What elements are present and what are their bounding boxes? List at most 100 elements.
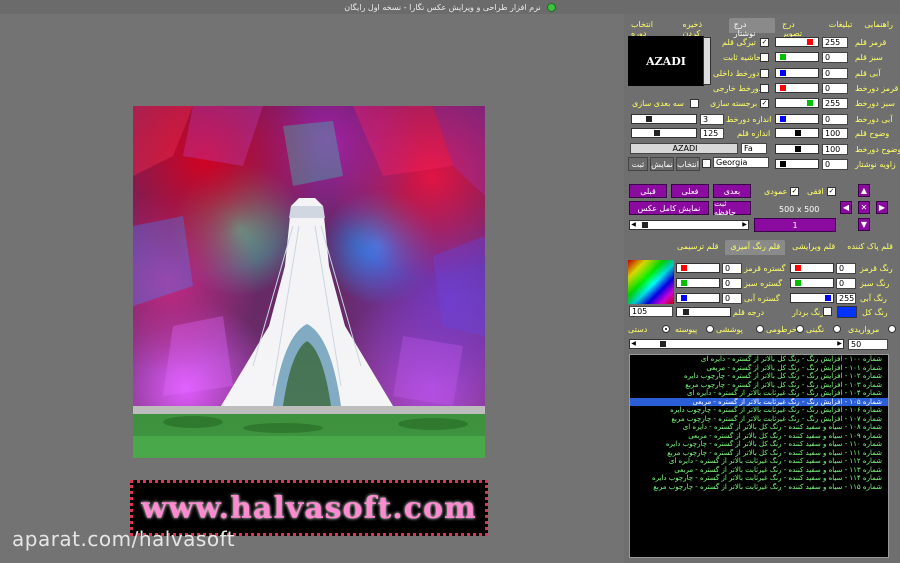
list-item[interactable]: شماره ۱۱۰ - سیاه و سفید کننده - رنگ کل ب… [630,440,888,449]
text-color-slider-4[interactable] [775,98,819,108]
text-color-value-0[interactable]: 255 [822,37,848,48]
brush-color-value-1[interactable]: 0 [836,278,856,289]
text-color-value-1[interactable]: 0 [822,52,848,63]
text-input[interactable]: AZADI [630,143,738,154]
radio-3[interactable] [756,325,764,333]
radio-2[interactable] [796,325,804,333]
list-item[interactable]: شماره ۱۰۸ - سیاه و سفید کننده - رنگ کل ب… [630,423,888,432]
pen-degree-field[interactable]: 105 [629,306,673,317]
next-button[interactable]: بعدی [713,184,751,198]
checkbox-vertical[interactable]: ✓ [790,187,799,196]
image-slider[interactable]: ◀ ▶ [629,220,749,230]
tab-select-period[interactable]: انتخاب دوره [626,18,676,38]
font-select[interactable]: Georgia [713,157,769,168]
arrow-up-button[interactable]: ▲ [858,184,870,197]
brush-color-slider-2[interactable] [790,293,834,303]
arrow-right-button[interactable]: ▶ [876,201,888,214]
checkbox-select[interactable] [702,159,711,168]
lang-select[interactable]: Fa [741,143,767,154]
text-color-value-4[interactable]: 255 [822,98,848,109]
list-item[interactable]: شماره ۱۰۱ - افزایش رنگ - رنگ کل بالاتر ا… [630,364,888,373]
show-text-button[interactable]: نمایش [650,157,674,171]
checkbox-emboss[interactable]: ✓ [760,99,769,108]
list-item[interactable]: شماره ۱۱۴ - سیاه و سفید کننده - رنگ غیرث… [630,474,888,483]
checkbox-color-picker[interactable] [823,307,832,316]
radio-4[interactable] [706,325,714,333]
arrow-left-button[interactable]: ◀ [840,201,852,214]
pen-size-field[interactable]: 125 [700,128,724,139]
brush-color-value-2[interactable]: 255 [836,293,856,304]
radio-1[interactable] [833,325,841,333]
text-color-slider-8[interactable] [775,159,819,169]
checkbox-fixed-border[interactable] [760,53,769,62]
list-item[interactable]: شماره ۱۰۶ - افزایش رنگ - رنگ غیرثابت بال… [630,406,888,415]
list-item[interactable]: شماره ۱۰۹ - سیاه و سفید کننده - رنگ کل ب… [630,432,888,441]
text-preview-scrollbar[interactable] [703,37,711,85]
color-swatch[interactable] [628,260,674,304]
list-item[interactable]: شماره ۱۱۲ - سیاه و سفید کننده - رنگ غیرث… [630,457,888,466]
text-color-slider-0[interactable] [775,37,819,47]
text-color-value-2[interactable]: 0 [822,68,848,79]
brush-color-slider-1[interactable] [790,278,834,288]
effects-list[interactable]: شماره ۱۰۰ - افزایش رنگ - رنگ کل بالاتر ا… [629,354,889,558]
checkbox-horizontal[interactable]: ✓ [827,187,836,196]
radio-0[interactable] [888,325,896,333]
tab-ads[interactable]: تبلیغات [824,18,858,33]
text-color-slider-1[interactable] [775,52,819,62]
strength-slider[interactable]: ◀ ▶ [629,339,844,349]
arrow-center-button[interactable]: ✕ [858,201,870,214]
list-item[interactable]: شماره ۱۰۷ - افزایش رنگ - رنگ غیرثابت بال… [630,415,888,424]
checkbox-outer-outline[interactable] [760,84,769,93]
prev-button[interactable]: قبلی [629,184,667,198]
tab-insert-text[interactable]: درج نوشتار [728,18,776,38]
brush-range-slider-1[interactable] [676,278,720,288]
select-text-button[interactable]: انتخاب [676,157,700,171]
list-item[interactable]: شماره ۱۱۵ - سیاه و سفید کننده - رنگ غیرث… [630,483,888,492]
checkbox-inner-outline[interactable] [760,69,769,78]
save-memory-button[interactable]: ثبت حافظه [713,199,751,217]
full-view-button[interactable]: نمایش کامل عکس [629,201,709,215]
outline-size-field[interactable]: 3 [700,114,724,125]
text-color-value-3[interactable]: 0 [822,83,848,94]
pen-size-slider[interactable] [631,128,697,138]
image-preview[interactable] [133,106,485,458]
list-item[interactable]: شماره ۱۰۴ - افزایش رنگ - رنگ غیرثابت بال… [630,389,888,398]
list-item[interactable]: شماره ۱۱۳ - سیاه و سفید کننده - رنگ غیرث… [630,466,888,475]
brush-range-slider-0[interactable] [676,263,720,273]
text-color-slider-6[interactable] [775,128,819,138]
strength-field[interactable]: 50 [848,339,888,350]
brush-range-value-0[interactable]: 0 [722,263,742,274]
brush-color-value-0[interactable]: 0 [836,263,856,274]
outline-size-slider[interactable] [631,114,697,124]
current-button[interactable]: فعلی [671,184,709,198]
tab-edit-pen[interactable]: قلم ویرایشی [787,240,840,255]
tab-color-pen[interactable]: قلم رنگ آمیزی [725,240,786,255]
arrow-down-button[interactable]: ▼ [858,218,870,231]
tab-insert-image[interactable]: درج تصویر [777,18,822,38]
text-color-slider-7[interactable] [775,144,819,154]
list-item[interactable]: شماره ۱۱۱ - سیاه و سفید کننده - رنگ کل ب… [630,449,888,458]
text-color-slider-5[interactable] [775,114,819,124]
brush-color-slider-0[interactable] [790,263,834,273]
tab-drawing-pen[interactable]: قلم ترسیمی [672,240,723,255]
text-color-value-7[interactable]: 100 [822,144,848,155]
tab-eraser-pen[interactable]: قلم پاک کننده [842,240,898,255]
checkbox-darken-pen[interactable]: ✓ [760,38,769,47]
tab-save[interactable]: ذخیره کردن [678,18,727,38]
save-text-button[interactable]: ثبت [628,157,648,171]
tab-help[interactable]: راهنمایی [859,18,898,33]
brush-range-value-2[interactable]: 0 [722,293,742,304]
list-item[interactable]: شماره ۱۰۳ - افزایش رنگ - رنگ کل بالاتر ا… [630,381,888,390]
text-color-slider-2[interactable] [775,68,819,78]
total-color-box[interactable] [837,306,857,318]
radio-5[interactable] [662,325,670,333]
brush-range-slider-2[interactable] [676,293,720,303]
list-item[interactable]: شماره ۱۰۰ - افزایش رنگ - رنگ کل بالاتر ا… [630,355,888,364]
text-color-value-8[interactable]: 0 [822,159,848,170]
checkbox-3d[interactable] [690,99,699,108]
list-item[interactable]: شماره ۱۰۵ - افزایش رنگ - رنگ غیرثابت بال… [630,397,888,406]
list-item[interactable]: شماره ۱۰۲ - افزایش رنگ - رنگ کل بالاتر ا… [630,372,888,381]
text-color-value-6[interactable]: 100 [822,128,848,139]
text-color-value-5[interactable]: 0 [822,114,848,125]
text-color-slider-3[interactable] [775,83,819,93]
